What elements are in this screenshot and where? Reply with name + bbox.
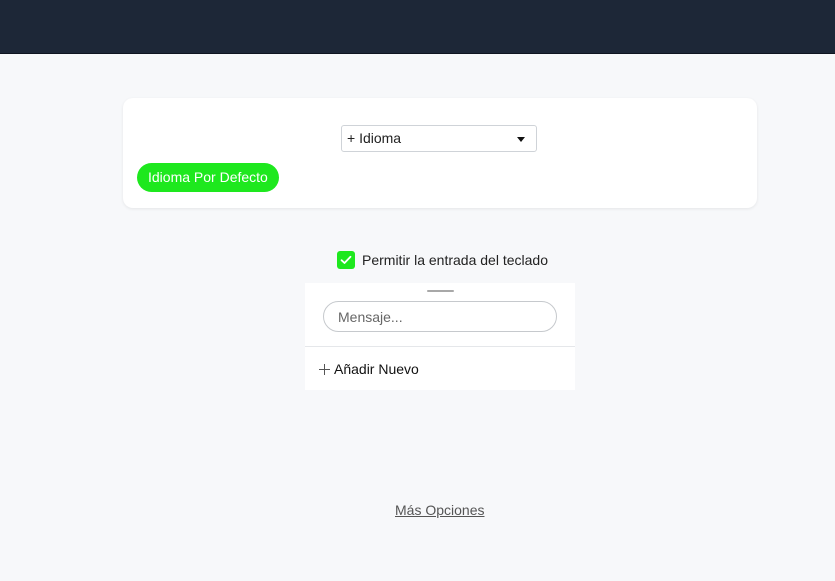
add-new-button[interactable]: Añadir Nuevo	[319, 360, 419, 378]
keyboard-input-option: Permitir la entrada del teclado	[337, 250, 548, 269]
checkmark-icon	[340, 255, 352, 264]
drag-handle[interactable]	[427, 290, 454, 292]
language-card: + Idioma Idioma Por Defecto	[123, 98, 757, 208]
plus-icon	[319, 363, 330, 375]
message-panel: Añadir Nuevo	[305, 283, 575, 390]
default-language-button[interactable]: Idioma Por Defecto	[137, 163, 279, 192]
message-input[interactable]	[323, 301, 557, 332]
top-bar	[0, 0, 835, 54]
add-new-label: Añadir Nuevo	[334, 361, 419, 377]
caret-down-icon	[517, 137, 525, 142]
keyboard-input-checkbox[interactable]	[337, 250, 355, 269]
language-select-value: + Idioma	[347, 130, 402, 146]
more-options-link[interactable]: Más Opciones	[395, 502, 484, 518]
keyboard-input-label: Permitir la entrada del teclado	[362, 251, 548, 268]
language-select[interactable]: + Idioma	[341, 125, 537, 152]
divider	[305, 346, 575, 347]
